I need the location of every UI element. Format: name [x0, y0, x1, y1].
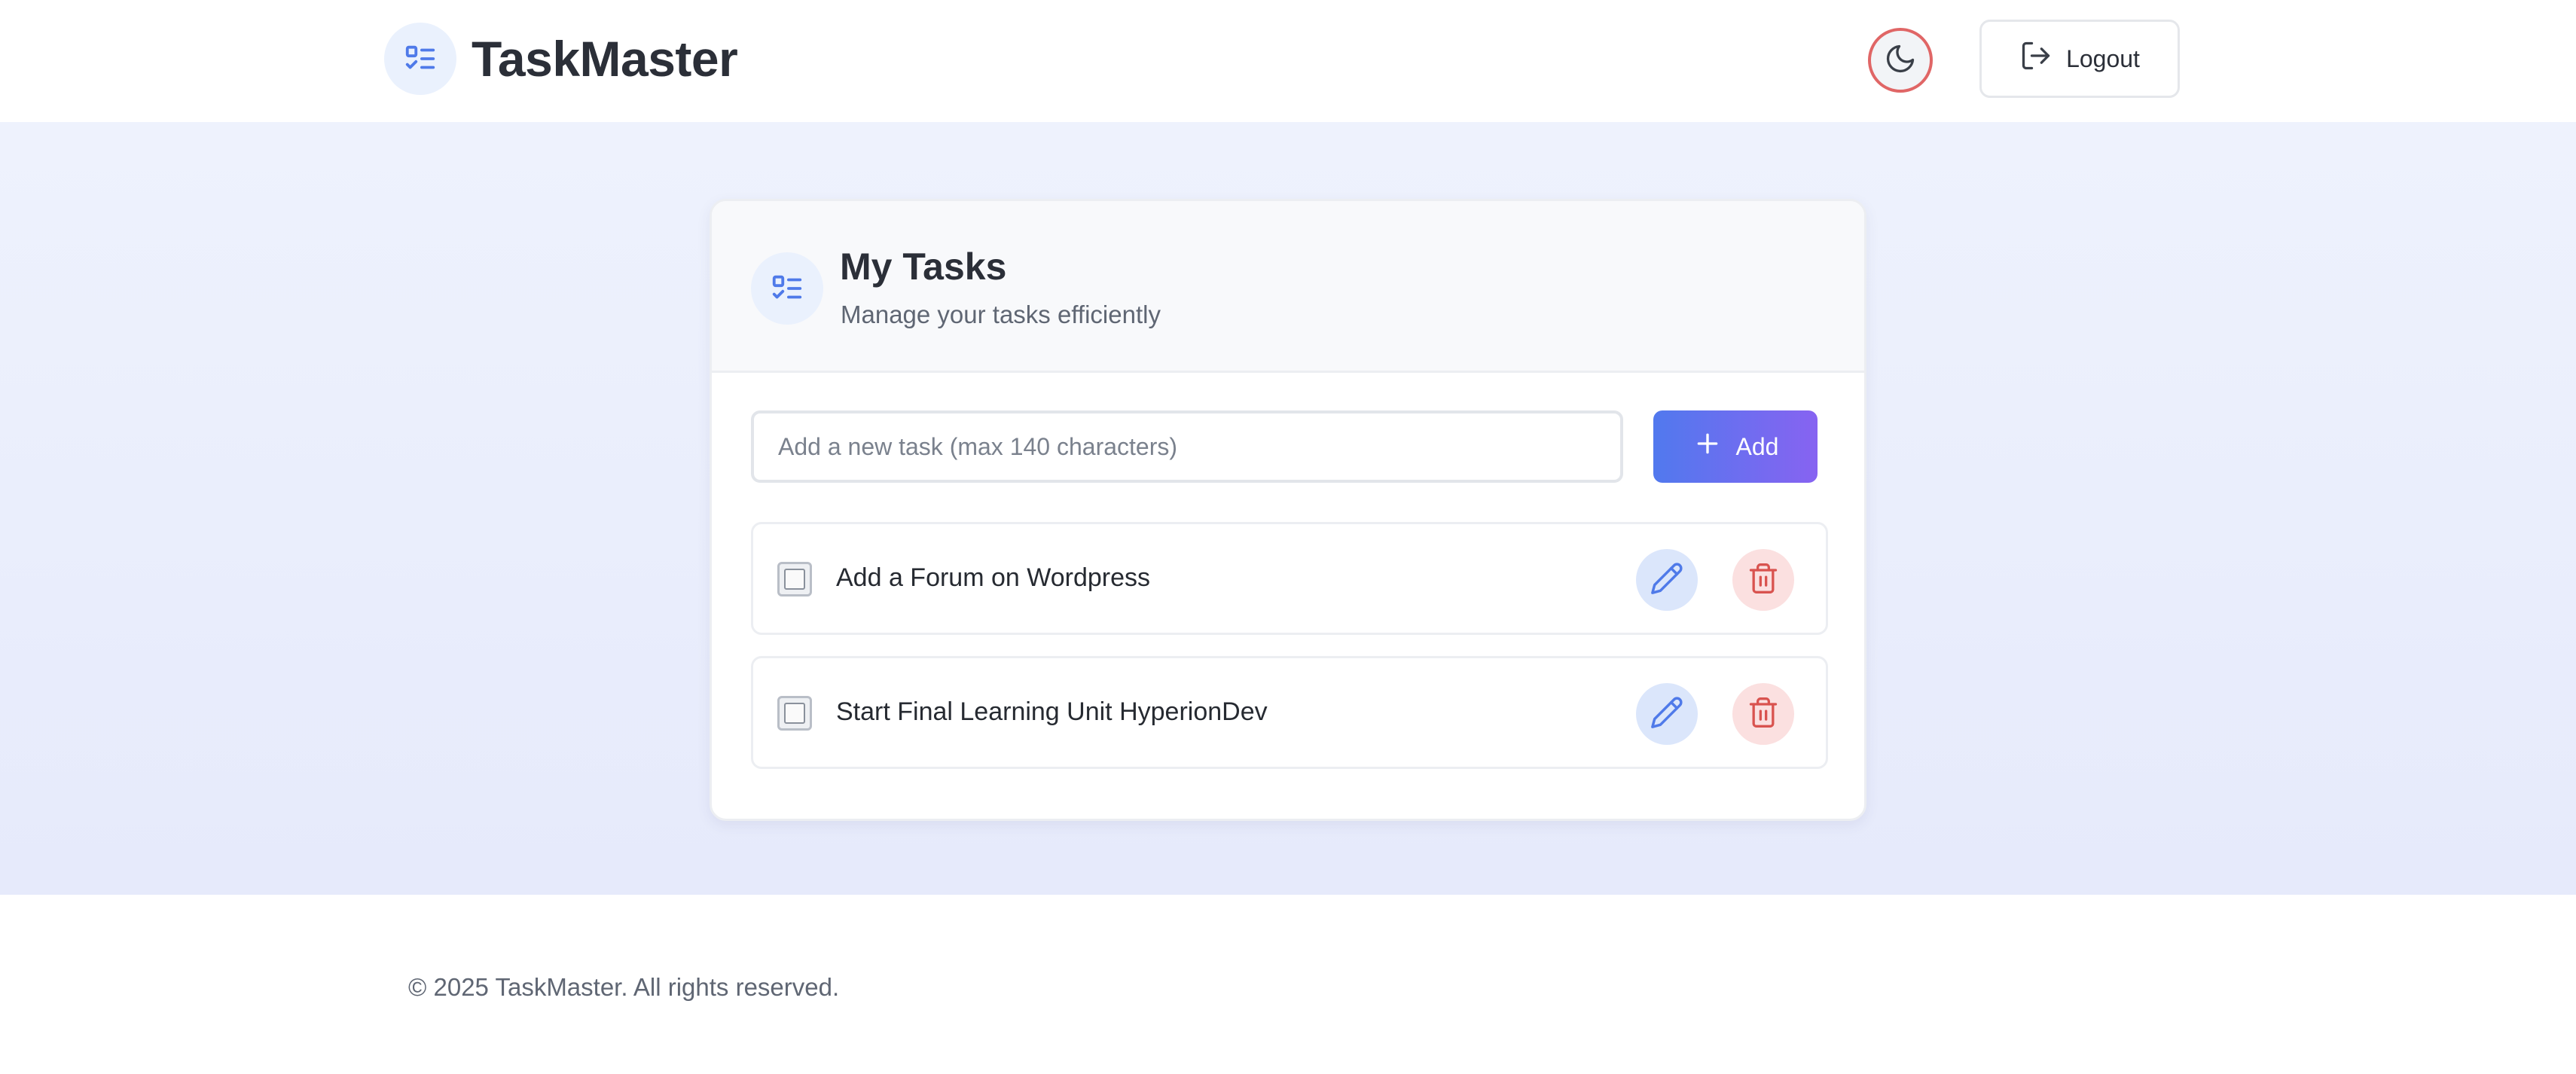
footer-copyright: © 2025 TaskMaster. All rights reserved. [408, 973, 840, 1001]
theme-toggle-button[interactable] [1868, 28, 1933, 93]
app-footer: © 2025 TaskMaster. All rights reserved. [0, 895, 2576, 1074]
logout-label: Logout [2066, 44, 2140, 72]
new-task-input[interactable] [751, 410, 1623, 483]
trash-icon [1747, 696, 1780, 733]
pencil-icon [1650, 561, 1684, 600]
logout-icon [2019, 39, 2053, 78]
task-item: Start Final Learning Unit HyperionDev [751, 656, 1828, 769]
delete-task-button[interactable] [1732, 683, 1794, 745]
checkbox-box [784, 703, 805, 724]
task-checkbox[interactable] [777, 696, 812, 731]
brand: TaskMaster [384, 23, 738, 95]
task-text: Add a Forum on Wordpress [836, 563, 1150, 592]
moon-icon [1884, 42, 1917, 79]
card-subtitle: Manage your tasks efficiently [841, 301, 1161, 328]
edit-task-button[interactable] [1636, 683, 1698, 745]
checkbox-box [784, 569, 805, 590]
plus-icon [1692, 429, 1723, 465]
task-list-icon [384, 23, 456, 95]
tasks-card: My Tasks Manage your tasks efficiently A… [710, 199, 1866, 821]
card-title: My Tasks [840, 246, 1007, 288]
task-list-icon [751, 252, 823, 325]
trash-icon [1747, 562, 1780, 599]
app-header: TaskMaster Logout [0, 0, 2576, 122]
task-item: Add a Forum on Wordpress [751, 522, 1828, 635]
delete-task-button[interactable] [1732, 549, 1794, 611]
task-checkbox[interactable] [777, 562, 812, 596]
task-text: Start Final Learning Unit HyperionDev [836, 697, 1268, 726]
add-button-label: Add [1735, 432, 1779, 460]
task-list: Add a Forum on Wordpress Start Final Lea… [751, 522, 1828, 790]
add-task-button[interactable]: Add [1653, 410, 1818, 483]
logout-button[interactable]: Logout [1979, 20, 2180, 98]
edit-task-button[interactable] [1636, 549, 1698, 611]
pencil-icon [1650, 695, 1684, 734]
app-title: TaskMaster [472, 31, 738, 87]
main-content: My Tasks Manage your tasks efficiently A… [0, 122, 2576, 895]
card-header: My Tasks Manage your tasks efficiently [712, 201, 1864, 373]
